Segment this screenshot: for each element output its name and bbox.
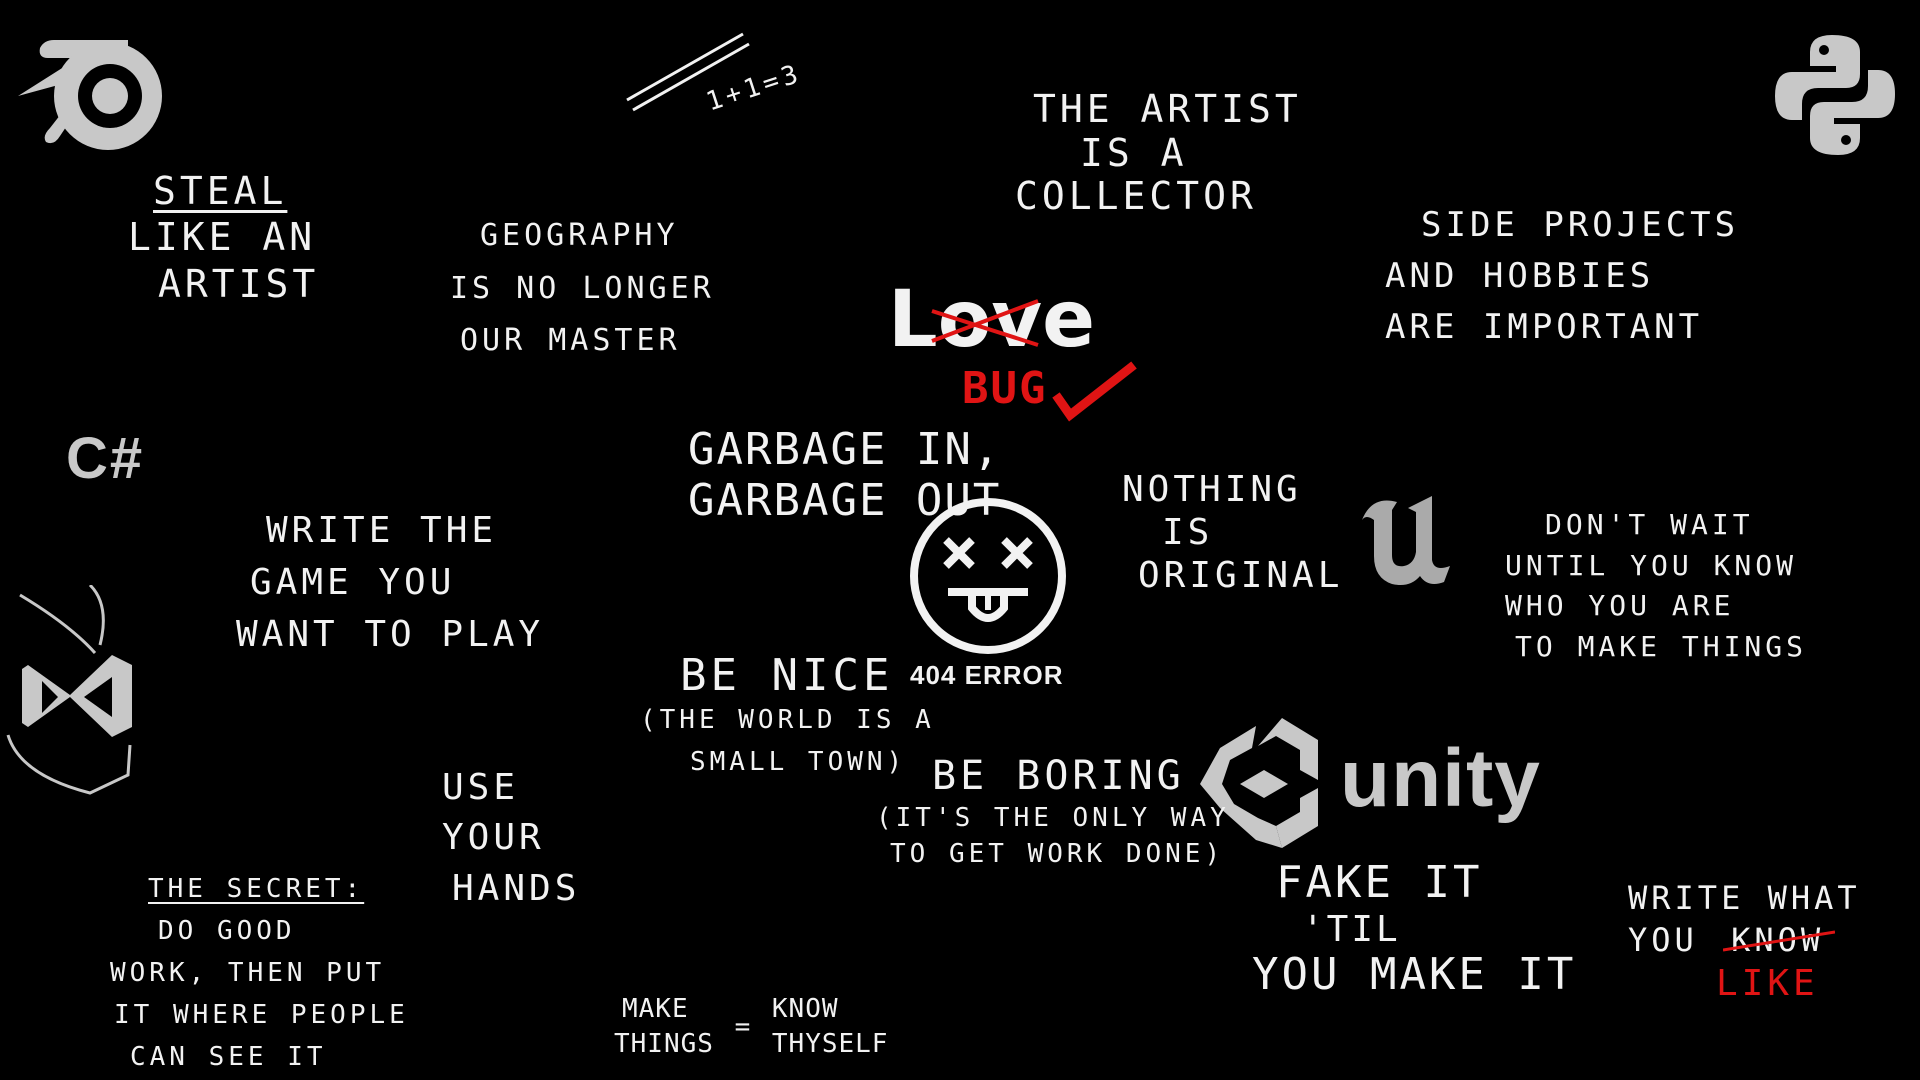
quote-line: USE bbox=[442, 767, 520, 808]
quote-nothing-original: NOTHING IS ORIGINAL bbox=[1122, 468, 1343, 598]
quote-line: LIKE AN bbox=[128, 215, 317, 260]
quote-line: COLLECTOR bbox=[1015, 174, 1257, 219]
blender-logo-icon bbox=[8, 18, 168, 158]
visual-studio-logo-icon bbox=[0, 583, 140, 800]
python-logo-icon bbox=[1770, 30, 1900, 160]
know-crossed: KNOW bbox=[1723, 920, 1836, 962]
quote-steal: STEAL LIKE AN ARTIST bbox=[128, 168, 319, 307]
quote-write-what: WRITE WHAT YOU KNOW LIKE bbox=[1628, 878, 1861, 1008]
quote-artist-collector: THE ARTIST IS A COLLECTOR bbox=[1015, 87, 1302, 219]
quote-line: ARTIST bbox=[158, 261, 320, 306]
quote-line: THYSELF bbox=[771, 1029, 889, 1060]
quote-line: YOU MAKE IT bbox=[1252, 948, 1577, 1000]
quote-line: IT WHERE PEOPLE bbox=[114, 1000, 409, 1031]
quote-line: FAKE IT bbox=[1276, 857, 1483, 908]
unreal-engine-logo-icon bbox=[1352, 490, 1462, 590]
quote-line: BE BORING bbox=[932, 753, 1185, 799]
quote-line: AND HOBBIES bbox=[1385, 256, 1655, 296]
quote-line: OUR MASTER bbox=[460, 323, 681, 358]
bug-word: BUG bbox=[962, 363, 1048, 414]
quote-geography: GEOGRAPHY IS NO LONGER OUR MASTER bbox=[450, 210, 715, 368]
quote-line: IS NO LONGER bbox=[450, 270, 715, 306]
quote-line: ARE IMPORTANT bbox=[1385, 307, 1704, 347]
dead-face-icon bbox=[908, 496, 1068, 656]
quote-side-projects: SIDE PROJECTS AND HOBBIES ARE IMPORTANT bbox=[1385, 200, 1739, 353]
quote-line: IS bbox=[1162, 512, 1214, 554]
quote-line: WRITE WHAT bbox=[1628, 879, 1861, 917]
love-bug-doodle: Love BUG bbox=[888, 275, 1148, 435]
quote-line: TO MAKE THINGS bbox=[1515, 629, 1808, 663]
quote-line: (IT'S THE ONLY WAY bbox=[876, 803, 1230, 833]
like-word: LIKE bbox=[1716, 963, 1819, 1005]
quote-line: WANT TO PLAY bbox=[236, 614, 545, 656]
quote-line: (THE WORLD IS A bbox=[640, 705, 935, 736]
quote-line: GARBAGE IN, bbox=[688, 424, 1002, 475]
unity-logo-icon: unity bbox=[1200, 718, 1560, 848]
quote-line: MAKE bbox=[622, 994, 689, 1024]
quote-dont-wait: DON'T WAIT UNTIL YOU KNOW WHO YOU ARE TO… bbox=[1505, 505, 1807, 667]
quote-fake-it: FAKE IT 'TIL YOU MAKE IT bbox=[1252, 857, 1577, 1001]
quote-line: WHO YOU ARE bbox=[1505, 589, 1735, 623]
quote-line: THINGS bbox=[614, 1029, 714, 1060]
quote-line: DO GOOD bbox=[158, 916, 296, 947]
quote-line: WRITE THE bbox=[266, 510, 498, 551]
quote-line: IS A bbox=[1080, 130, 1188, 175]
quote-line: BE NICE bbox=[680, 650, 894, 701]
quote-line: THE SECRET: bbox=[148, 874, 365, 904]
quote-write-game: WRITE THE GAME YOU WANT TO PLAY bbox=[236, 505, 544, 662]
quote-line: THE ARTIST bbox=[1033, 87, 1302, 131]
quote-line: GEOGRAPHY bbox=[480, 218, 679, 253]
quote-line: ORIGINAL bbox=[1138, 555, 1344, 597]
quote-line: KNOW bbox=[771, 994, 839, 1024]
quote-line: SIDE PROJECTS bbox=[1421, 205, 1740, 245]
quote-line: GAME YOU bbox=[250, 562, 456, 604]
quote-line: DON'T WAIT bbox=[1545, 508, 1754, 541]
you-word: YOU bbox=[1628, 920, 1698, 959]
quote-line: TO GET WORK DONE) bbox=[890, 839, 1225, 870]
quote-line: HANDS bbox=[452, 867, 581, 909]
quote-make-things: MAKE THINGS = KNOW THYSELF bbox=[614, 992, 888, 1062]
quote-line: 'TIL bbox=[1302, 908, 1401, 950]
quote-line: CAN SEE IT bbox=[130, 1042, 327, 1073]
quote-line: WORK, THEN PUT bbox=[110, 958, 386, 989]
quote-line: NOTHING bbox=[1122, 469, 1302, 510]
quote-be-boring: BE BORING (IT'S THE ONLY WAY TO GET WORK… bbox=[876, 752, 1230, 873]
equals-sign: = bbox=[734, 1011, 752, 1042]
quote-line: UNTIL YOU KNOW bbox=[1505, 548, 1798, 582]
quote-line-2: YOU KNOW bbox=[1628, 920, 1861, 962]
quote-line: STEAL bbox=[153, 169, 288, 213]
quote-secret: THE SECRET: DO GOOD WORK, THEN PUT IT WH… bbox=[110, 868, 409, 1079]
unity-wordmark: unity bbox=[1340, 733, 1541, 824]
quote-use-hands: USE YOUR HANDS bbox=[442, 763, 580, 914]
quote-line: YOUR bbox=[442, 817, 545, 859]
csharp-logo-icon: C# bbox=[66, 426, 145, 491]
